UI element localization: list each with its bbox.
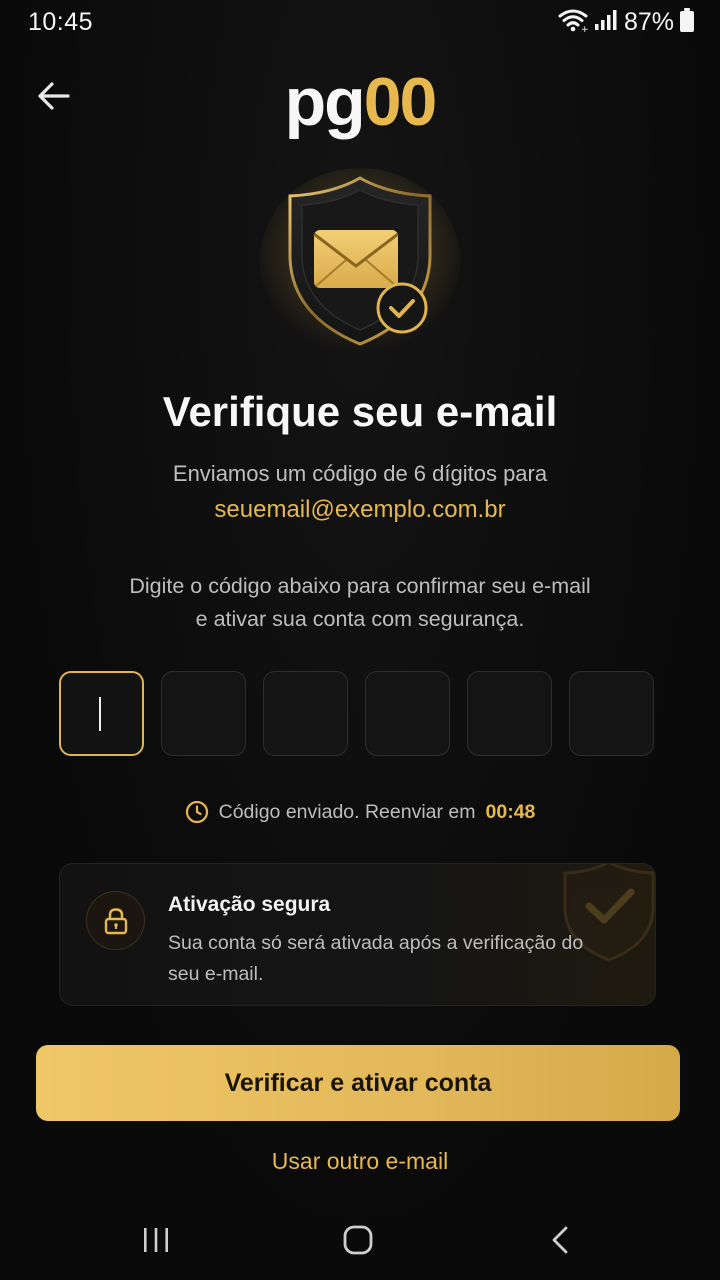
system-back-button[interactable] xyxy=(530,1220,590,1260)
instruction-line-2: e ativar sua conta com segurança. xyxy=(195,607,525,631)
svg-text:+: + xyxy=(581,25,588,32)
lock-badge xyxy=(86,891,145,950)
recent-apps-button[interactable] xyxy=(126,1220,186,1260)
logo-text-00: 00 xyxy=(363,64,438,140)
wifi-icon: + xyxy=(558,8,589,37)
verify-activate-button[interactable]: Verificar e ativar conta xyxy=(36,1045,680,1121)
email-address: seuemail@exemplo.com.br xyxy=(214,496,506,523)
battery-percent: 87% xyxy=(623,8,674,36)
use-other-email-link[interactable]: Usar outro e-mail xyxy=(0,1148,720,1175)
instruction-line-1: Digite o código abaixo para confirmar se… xyxy=(129,574,591,598)
back-icon xyxy=(552,1226,568,1254)
home-button[interactable] xyxy=(328,1220,388,1260)
code-digit-5[interactable] xyxy=(467,671,552,756)
secure-activation-card: Ativação segura Sua conta só será ativad… xyxy=(59,863,656,1006)
code-digit-6[interactable] xyxy=(569,671,654,756)
email-verification-screen: 10:45 + 87% pg00 Verifique seu e-mail En… xyxy=(0,0,720,1280)
status-icons: + 87% xyxy=(558,8,694,37)
code-digit-1[interactable] xyxy=(59,671,144,756)
timer-countdown: 00:48 xyxy=(485,800,536,823)
logo-text-pg: pg xyxy=(284,64,366,140)
status-bar: 10:45 + 87% xyxy=(0,0,720,48)
clock-icon xyxy=(185,800,208,824)
verification-code-input xyxy=(59,671,655,757)
subtitle: Enviamos um código de 6 dígitos para xyxy=(172,461,548,486)
lock-icon xyxy=(104,907,127,934)
secure-card-description: Sua conta só será ativada após a verific… xyxy=(168,932,584,985)
code-digit-3[interactable] xyxy=(263,671,348,756)
app-logo: pg00 xyxy=(0,62,720,142)
instruction-text: Digite o código abaixo para confirmar se… xyxy=(0,570,720,636)
code-digit-2[interactable] xyxy=(161,671,246,756)
shield-envelope-check-icon xyxy=(258,168,462,358)
home-icon xyxy=(343,1225,373,1255)
resend-timer: Código enviado. Reenviar em 00:48 xyxy=(0,800,720,824)
page-title: Verifique seu e-mail xyxy=(162,388,558,435)
timer-text: Código enviado. Reenviar em xyxy=(218,800,476,823)
system-nav-bar xyxy=(0,1200,720,1280)
secure-card-title: Ativação segura xyxy=(168,893,331,916)
battery-icon xyxy=(680,8,694,37)
status-time: 10:45 xyxy=(28,8,94,36)
signal-icon xyxy=(594,9,618,36)
recent-apps-icon xyxy=(144,1228,168,1252)
code-digit-4[interactable] xyxy=(365,671,450,756)
